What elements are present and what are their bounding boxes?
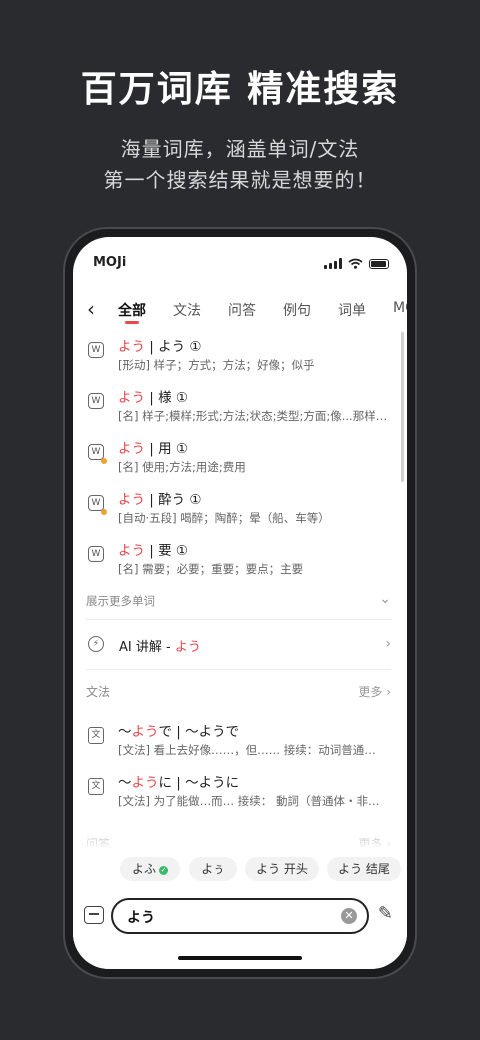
grammar-icon: 文	[88, 778, 104, 795]
tab-all[interactable]: 全部	[118, 300, 146, 320]
search-input-value: よう	[127, 910, 155, 926]
grammar-title: ～ようで | ～ようで	[118, 724, 240, 740]
suggestion-chip[interactable]: よふ ✓	[120, 857, 180, 881]
app-logo: MOJi	[93, 255, 127, 270]
search-input[interactable]: よう ✕	[111, 898, 369, 934]
signal-icon	[324, 258, 342, 269]
grammar-entry[interactable]: 文 ～ように | ～ように [文法] 为了能做…而… 接续： 動詞（普通体・非…	[73, 771, 407, 819]
grammar-icon: 文	[88, 727, 104, 744]
show-more-words[interactable]: 展示更多单词	[86, 593, 155, 609]
ai-explain-label: AI 讲解 - よう	[119, 640, 201, 655]
phone-frame: MOJi ‹ 全部 文法 问答 例句 词单 MO	[63, 227, 417, 979]
word-definition: [自动·五段] 喝醉；陶醉；晕（船、车等）	[118, 511, 330, 525]
word-icon: W	[88, 342, 104, 358]
favorite-dot	[101, 509, 107, 515]
grammar-definition: [文法] 看上去好像……，但…… 接续：动词普通…	[118, 743, 376, 757]
grammar-title: ～ように | ～ように	[118, 775, 240, 791]
word-definition: [名] 使用;方法;用途;费用	[118, 460, 246, 474]
promo-subline-1: 海量词库，涵盖单词/文法	[120, 137, 360, 161]
scan-icon[interactable]	[84, 906, 104, 924]
status-icons	[324, 258, 389, 269]
handwriting-icon[interactable]: ✎	[378, 903, 393, 924]
word-title: よう | よう ①	[118, 339, 202, 355]
divider	[86, 669, 391, 670]
battery-icon	[369, 259, 389, 269]
search-panel: よふ ✓ よぅ よう 开头 よう 结尾 よう ✕ ✎	[73, 847, 407, 969]
chevron-right-icon: ›	[385, 636, 391, 652]
grammar-entry[interactable]: 文 ～ようで | ～ようで [文法] 看上去好像……，但…… 接续：动词普通…	[73, 720, 407, 768]
ai-icon: ⚡	[88, 636, 104, 652]
grammar-section-title: 文法	[86, 685, 111, 699]
suggestion-chip[interactable]: よう 开头	[245, 857, 319, 881]
active-tab-indicator	[125, 321, 139, 324]
word-title: よう | 用 ①	[118, 441, 189, 457]
suggestion-chip[interactable]: よぅ	[189, 857, 237, 881]
word-title: よう | 要 ①	[118, 543, 189, 559]
word-icon: W	[88, 546, 104, 562]
divider	[86, 619, 391, 620]
word-definition: [形动] 样子；方式；方法；好像；似乎	[118, 358, 315, 372]
word-entry[interactable]: W よう | 要 ① [名] 需要；必要；重要；要点；主要	[73, 539, 407, 587]
tab-wordlists[interactable]: 词单	[338, 300, 366, 320]
check-icon: ✓	[159, 866, 168, 875]
word-entry[interactable]: W よう | 酔う ① [自动·五段] 喝醉；陶醉；晕（船、车等）	[73, 488, 407, 536]
favorite-dot	[101, 458, 107, 464]
word-entry[interactable]: W よう | よう ① [形动] 样子；方式；方法；好像；似乎	[73, 335, 407, 383]
word-definition: [名] 需要；必要；重要；要点；主要	[118, 562, 304, 576]
tab-more[interactable]: MO	[393, 300, 407, 316]
promo-headline: 百万词库 精准搜索	[80, 69, 400, 110]
suggestion-chips: よふ ✓ よぅ よう 开头 よう 结尾	[73, 857, 407, 883]
clear-icon[interactable]: ✕	[341, 908, 357, 924]
back-icon[interactable]: ‹	[87, 297, 95, 321]
app-screen: MOJi ‹ 全部 文法 问答 例句 词单 MO	[73, 237, 407, 969]
promo-subline-2: 第一个搜索结果就是想要的！	[103, 168, 377, 192]
word-icon: W	[88, 393, 104, 409]
status-bar: MOJi	[93, 255, 389, 275]
ai-explain-row[interactable]: ⚡ AI 讲解 - よう ›	[73, 632, 407, 662]
tab-qa[interactable]: 问答	[228, 300, 256, 320]
tab-grammar[interactable]: 文法	[173, 300, 201, 320]
grammar-definition: [文法] 为了能做…而… 接续： 動詞（普通体・非…	[118, 794, 380, 808]
tab-bar: ‹ 全部 文法 问答 例句 词单 MO	[73, 297, 407, 327]
word-title: よう | 酔う ①	[118, 492, 202, 508]
word-entry[interactable]: W よう | 用 ① [名] 使用;方法;用途;费用	[73, 437, 407, 485]
word-title: よう | 様 ①	[118, 390, 189, 406]
wifi-icon	[348, 258, 363, 269]
word-entry[interactable]: W よう | 様 ① [名] 样子;模样;形式;方法;状态;类型;方面;像...…	[73, 386, 407, 434]
grammar-more-link[interactable]: 更多 ›	[358, 683, 391, 700]
word-definition: [名] 样子;模样;形式;方法;状态;类型;方面;像...那样…	[118, 409, 388, 423]
chevron-down-icon[interactable]: ⌄	[379, 591, 391, 607]
suggestion-chip[interactable]: よう 结尾	[327, 857, 401, 881]
home-indicator	[178, 956, 302, 960]
tab-examples[interactable]: 例句	[283, 300, 311, 320]
